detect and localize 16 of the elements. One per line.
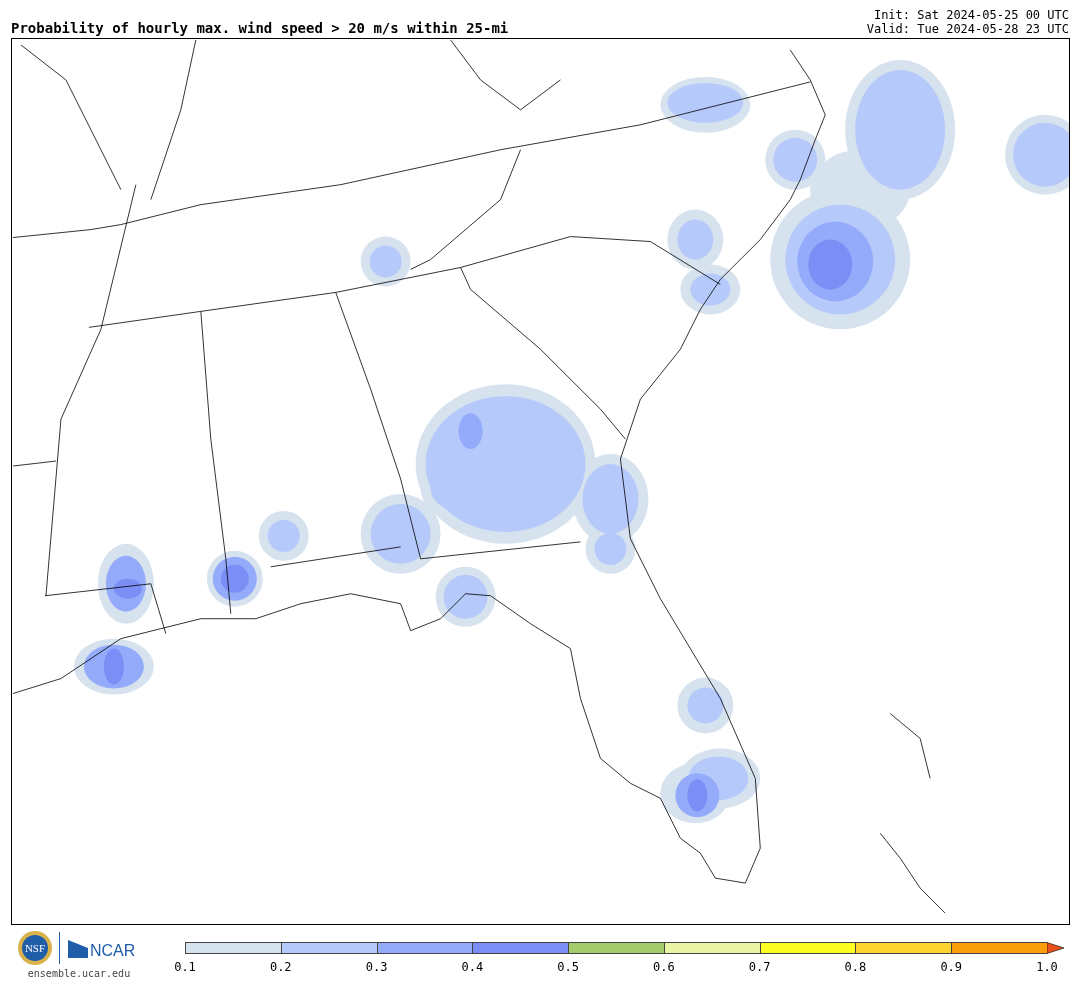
tick-label: 0.9: [940, 960, 963, 974]
init-time: Init: Sat 2024-05-25 00 UTC: [873, 8, 1069, 22]
tick-label: 0.7: [748, 960, 771, 974]
tick-label: 0.2: [269, 960, 292, 974]
tick-label: 0.1: [174, 960, 196, 974]
website-url: ensemble.ucar.edu: [27, 968, 131, 979]
tick-label: 0.4: [461, 960, 484, 974]
ncar-logo: NCAR: [65, 936, 142, 960]
valid-time: Valid: Tue 2024-05-28 23 UTC: [866, 22, 1069, 36]
tick-label: 1.0: [1036, 960, 1058, 974]
tick-label: 0.5: [557, 960, 579, 974]
tick-label: 0.8: [844, 960, 867, 974]
nsf-logo: NSF: [16, 930, 53, 966]
tick-label: 0.3: [365, 960, 388, 974]
map-title: Probability of hourly max. wind speed > 20 m/s within 25-mi: [11, 20, 509, 36]
tick-label: 0.6: [653, 960, 675, 974]
